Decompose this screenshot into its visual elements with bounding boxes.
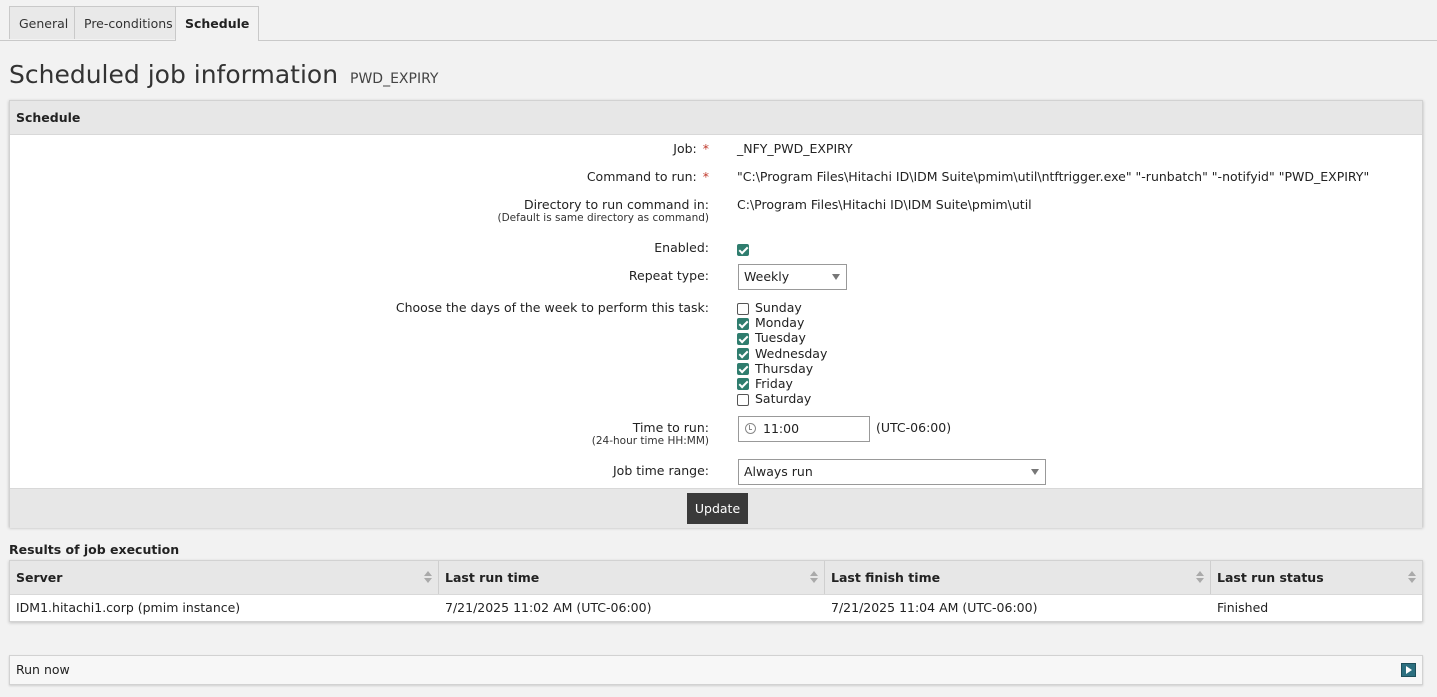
clock-icon [745, 423, 756, 434]
tab-general[interactable]: General [9, 6, 79, 39]
column-label: Server [16, 570, 63, 585]
directory-hint: (Default is same directory as command) [497, 212, 709, 224]
column-label: Last run time [445, 570, 540, 585]
update-button[interactable]: Update [687, 493, 748, 524]
enabled-field [737, 241, 749, 256]
column-last-run-time[interactable]: Last run time [439, 561, 825, 594]
day-tuesday[interactable]: Tuesday [737, 330, 827, 345]
run-now-label: Run now [16, 662, 70, 677]
day-label: Monday [755, 315, 805, 331]
day-saturday[interactable]: Saturday [737, 391, 827, 406]
day-wednesday[interactable]: Wednesday [737, 346, 827, 361]
day-label: Thursday [755, 360, 814, 376]
repeat-type-value: Weekly [744, 269, 790, 284]
tab-bar: General Pre-conditions Schedule [0, 0, 1437, 41]
arrow-right-icon[interactable] [1401, 663, 1416, 677]
day-checkbox[interactable] [737, 302, 749, 315]
days-list: Sunday Monday Tuesday Wednesday Thursday… [737, 300, 827, 406]
enabled-label: Enabled: [654, 240, 709, 255]
results-table-header: Server Last run time Last finish time La… [10, 561, 1422, 595]
day-sunday[interactable]: Sunday [737, 300, 827, 315]
time-value: 11:00 [763, 421, 800, 436]
cell-server: IDM1.hitachi1.corp (pmim instance) [16, 600, 241, 615]
day-label: Wednesday [755, 345, 828, 361]
day-monday[interactable]: Monday [737, 315, 827, 330]
time-range-label: Job time range: [612, 463, 709, 478]
results-title: Results of job execution [9, 542, 180, 557]
day-friday[interactable]: Friday [737, 376, 827, 391]
sort-icon [1196, 571, 1204, 584]
timezone-text: (UTC-06:00) [876, 420, 952, 435]
chevron-down-icon [1031, 469, 1039, 475]
cell-last-run-time: 7/21/2025 11:02 AM (UTC-06:00) [445, 600, 652, 615]
sort-icon [810, 571, 818, 584]
results-table: Server Last run time Last finish time La… [9, 560, 1423, 622]
page-title-text: Scheduled job information [9, 60, 339, 89]
schedule-panel-header: Schedule [10, 101, 1422, 135]
chevron-down-icon [832, 274, 840, 280]
day-label: Friday [755, 375, 793, 391]
day-checkbox[interactable] [737, 317, 749, 330]
day-checkbox[interactable] [737, 363, 749, 376]
column-server[interactable]: Server [10, 561, 439, 594]
column-label: Last finish time [831, 570, 941, 585]
command-label-text: Command to run: [586, 169, 697, 184]
column-label: Last run status [1217, 570, 1324, 585]
time-input[interactable]: 11:00 [738, 416, 870, 442]
directory-label: Directory to run command in: (Default is… [497, 197, 709, 224]
time-label-text: Time to run: [632, 420, 709, 435]
job-label-text: Job: [673, 141, 697, 156]
directory-label-text: Directory to run command in: [523, 197, 709, 212]
time-range-select[interactable]: Always run [738, 459, 1046, 485]
tab-schedule[interactable]: Schedule [175, 6, 260, 41]
day-thursday[interactable]: Thursday [737, 361, 827, 376]
run-now-button[interactable]: Run now [9, 655, 1423, 685]
day-checkbox[interactable] [737, 348, 749, 361]
job-value: _NFY_PWD_EXPIRY [737, 141, 853, 156]
sort-icon [1408, 571, 1416, 584]
time-hint: (24-hour time HH:MM) [591, 435, 709, 447]
days-label: Choose the days of the week to perform t… [395, 300, 709, 315]
enabled-checkbox[interactable] [737, 243, 749, 256]
schedule-panel-footer: Update [10, 488, 1422, 528]
day-checkbox[interactable] [737, 332, 749, 345]
cell-last-finish-time: 7/21/2025 11:04 AM (UTC-06:00) [831, 600, 1038, 615]
time-label: Time to run: (24-hour time HH:MM) [592, 420, 709, 447]
repeat-type-select[interactable]: Weekly [738, 264, 847, 290]
day-label: Saturday [755, 391, 812, 407]
tab-pre-conditions[interactable]: Pre-conditions [74, 6, 183, 39]
schedule-panel: Schedule Job: * _NFY_PWD_EXPIRY Command t… [9, 100, 1423, 528]
column-last-finish-time[interactable]: Last finish time [825, 561, 1211, 594]
page-title: Scheduled job information PWD_EXPIRY [9, 60, 438, 89]
command-label: Command to run: * [587, 169, 709, 184]
day-label: Tuesday [755, 330, 806, 346]
job-label: Job: * [673, 141, 709, 156]
directory-value: C:\Program Files\Hitachi ID\IDM Suite\pm… [737, 197, 1032, 212]
command-value: "C:\Program Files\Hitachi ID\IDM Suite\p… [737, 169, 1370, 184]
day-checkbox[interactable] [737, 378, 749, 391]
required-marker: * [702, 141, 709, 156]
required-marker: * [702, 169, 709, 184]
cell-last-run-status: Finished [1217, 600, 1269, 615]
day-label: Sunday [755, 300, 802, 315]
time-range-value: Always run [744, 464, 813, 479]
column-last-run-status[interactable]: Last run status [1211, 561, 1422, 594]
repeat-type-label: Repeat type: [628, 268, 709, 283]
page-subtitle: PWD_EXPIRY [350, 71, 439, 87]
sort-icon [424, 571, 432, 584]
day-checkbox[interactable] [737, 393, 749, 406]
